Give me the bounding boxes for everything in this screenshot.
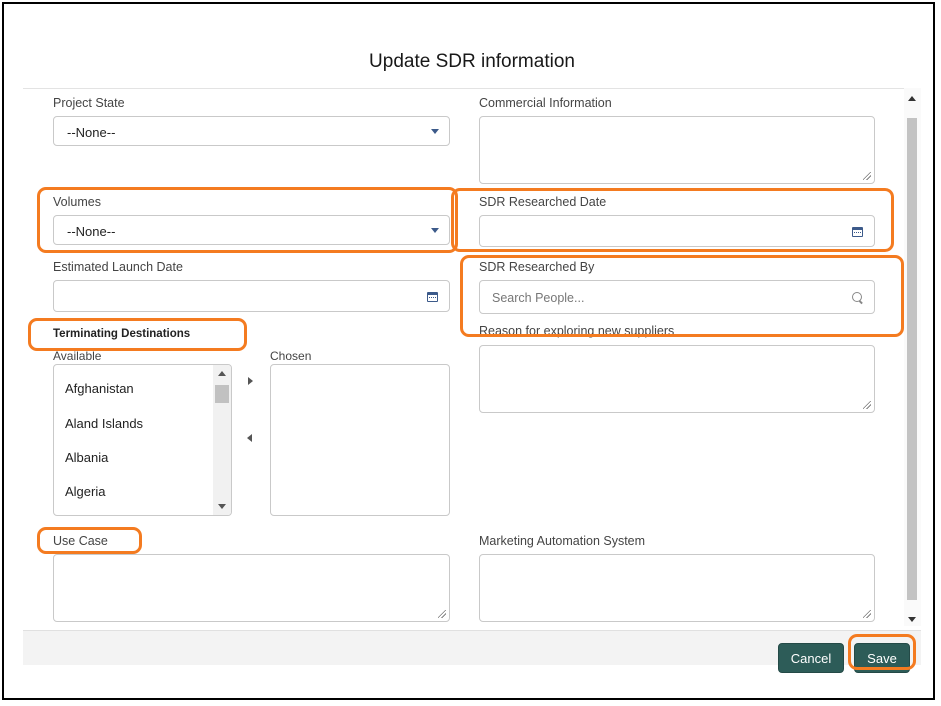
arrow-right-icon[interactable] [248, 377, 253, 385]
calendar-icon[interactable] [427, 292, 438, 302]
volumes-label: Volumes [53, 195, 101, 209]
list-item[interactable]: Aland Islands [65, 416, 143, 431]
project-state-value: --None-- [67, 125, 116, 140]
sdr-researched-date-label: SDR Researched Date [479, 195, 607, 209]
modal-scrollbar[interactable] [904, 88, 921, 626]
scroll-thumb[interactable] [215, 385, 229, 403]
chosen-label: Chosen [270, 349, 312, 363]
chevron-down-icon [431, 228, 439, 233]
list-item[interactable]: Afghanistan [65, 381, 134, 396]
scroll-up-icon[interactable] [908, 96, 916, 101]
reason-new-suppliers-textarea[interactable] [479, 345, 875, 413]
project-state-label: Project State [53, 96, 125, 110]
modal-header: Update SDR information [23, 38, 921, 89]
available-listbox[interactable]: Afghanistan Aland Islands Albania Algeri… [53, 364, 232, 516]
commercial-information-textarea[interactable] [479, 116, 875, 184]
sdr-researched-date-input[interactable] [479, 215, 875, 247]
use-case-label: Use Case [53, 534, 108, 548]
resize-handle-icon[interactable] [863, 610, 871, 618]
volumes-select[interactable]: --None-- [53, 215, 450, 245]
calendar-icon[interactable] [852, 227, 863, 237]
chosen-listbox[interactable] [270, 364, 450, 516]
sdr-researched-by-lookup[interactable]: Search People... [479, 280, 875, 314]
resize-handle-icon[interactable] [863, 172, 871, 180]
scroll-up-icon[interactable] [218, 371, 226, 376]
scroll-thumb[interactable] [907, 118, 917, 600]
sdr-researched-by-label: SDR Researched By [479, 260, 595, 274]
list-item[interactable]: Albania [65, 450, 108, 465]
search-people-placeholder: Search People... [492, 291, 585, 305]
list-item[interactable]: Algeria [65, 484, 105, 499]
available-list-scrollbar[interactable] [213, 365, 231, 515]
available-label: Available [53, 349, 102, 363]
volumes-value: --None-- [67, 224, 116, 239]
terminating-destinations-label: Terminating Destinations [53, 328, 191, 340]
save-button[interactable]: Save [854, 643, 910, 673]
scroll-down-icon[interactable] [218, 504, 226, 509]
marketing-automation-system-label: Marketing Automation System [479, 534, 646, 548]
search-icon [852, 292, 862, 302]
arrow-left-icon[interactable] [247, 434, 252, 442]
estimated-launch-date-label: Estimated Launch Date [53, 260, 183, 274]
resize-handle-icon[interactable] [863, 401, 871, 409]
project-state-select[interactable]: --None-- [53, 116, 450, 146]
modal-title: Update SDR information [369, 51, 575, 72]
reason-new-suppliers-label: Reason for exploring new suppliers [479, 324, 675, 338]
modal-footer: Cancel Save [23, 630, 921, 673]
chevron-down-icon [431, 129, 439, 134]
estimated-launch-date-input[interactable] [53, 280, 450, 312]
scroll-down-icon[interactable] [908, 617, 916, 622]
resize-handle-icon[interactable] [438, 610, 446, 618]
use-case-textarea[interactable] [53, 554, 450, 622]
update-sdr-modal: Update SDR information Project State --N… [23, 38, 921, 673]
cancel-button[interactable]: Cancel [778, 643, 844, 673]
commercial-information-label: Commercial Information [479, 96, 612, 110]
marketing-automation-system-textarea[interactable] [479, 554, 875, 622]
